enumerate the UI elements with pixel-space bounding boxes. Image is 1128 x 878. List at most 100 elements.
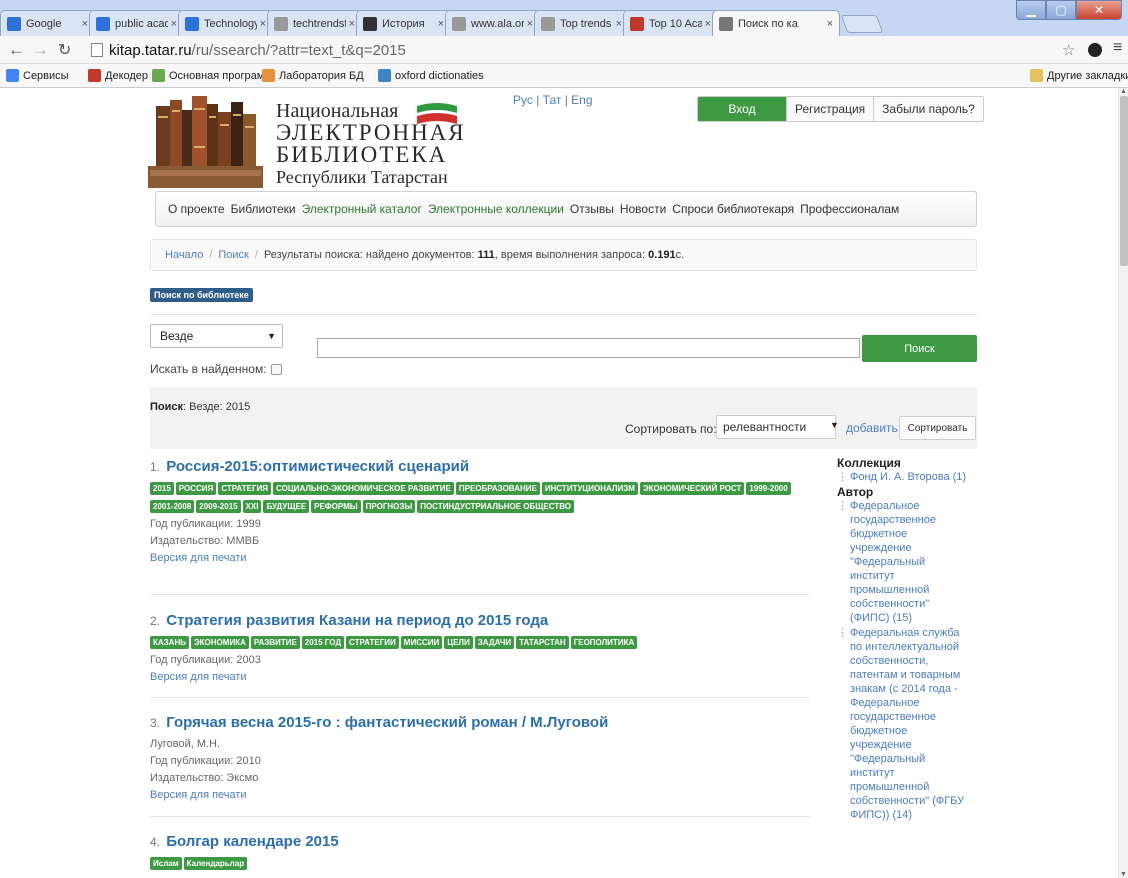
scroll-down-icon[interactable]: ▼	[1120, 871, 1127, 878]
lang-tt-link[interactable]: Тат	[543, 93, 562, 107]
print-version-link[interactable]: Версия для печати	[150, 669, 810, 686]
result-title[interactable]: 1. Россия-2015:оптимистический сценарий	[150, 458, 810, 476]
subject-tag[interactable]: ЦЕЛИ	[444, 636, 473, 649]
breadcrumb-home-link[interactable]: Начало	[165, 249, 203, 261]
forward-arrow-icon[interactable]: →	[32, 40, 49, 60]
subject-tag[interactable]: РЕФОРМЫ	[311, 500, 361, 513]
subject-tag[interactable]: МИССИИ	[400, 636, 443, 649]
close-tab-icon[interactable]: ×	[438, 18, 444, 30]
bookmark-item[interactable]: oxford dictionaties	[378, 69, 484, 82]
vertical-scrollbar[interactable]: ▲ ▼	[1118, 88, 1128, 878]
subject-tag[interactable]: РАЗВИТИЕ	[250, 636, 300, 649]
breadcrumb-search-link[interactable]: Поиск	[218, 249, 248, 261]
browser-tab[interactable]: История ×	[356, 10, 451, 36]
subject-tag[interactable]: РОССИЯ	[175, 482, 217, 495]
sort-select[interactable]: релевантности	[716, 415, 836, 439]
lang-en-link[interactable]: Eng	[571, 93, 592, 107]
subject-tag[interactable]: 1999-2000	[746, 482, 791, 495]
bookmark-star-icon[interactable]: ☆	[1062, 41, 1075, 59]
close-tab-icon[interactable]: ×	[827, 18, 833, 30]
search-scope-select[interactable]: Везде ▼	[150, 324, 283, 348]
browser-tab[interactable]: Google ×	[0, 10, 95, 36]
search-input[interactable]	[317, 338, 860, 358]
books-logo-icon[interactable]	[148, 96, 263, 188]
maximize-button[interactable]: ▢	[1046, 0, 1076, 20]
print-version-link[interactable]: Версия для печати	[150, 550, 810, 567]
subject-tag[interactable]: ГЕОПОЛИТИКА	[570, 636, 638, 649]
back-arrow-icon[interactable]: ←	[8, 40, 25, 60]
scrollbar-thumb[interactable]	[1120, 96, 1128, 266]
close-window-button[interactable]: ✕	[1076, 0, 1122, 20]
sort-button[interactable]: Сортировать	[899, 416, 976, 440]
facet-collection-item[interactable]: ⋮ Фонд И. А. Второва (1)	[837, 470, 979, 484]
subject-tag[interactable]: КАЗАНЬ	[150, 636, 189, 649]
browser-tab[interactable]: public acade×	[89, 10, 184, 36]
close-tab-icon[interactable]: ×	[82, 18, 88, 30]
bookmark-item[interactable]: Лаборатория БД	[262, 69, 364, 82]
facet-author-item[interactable]: ⋮ Федеральное государственное бюджетное у…	[837, 499, 979, 625]
new-tab-button[interactable]	[840, 15, 884, 33]
forgot-password-button[interactable]: Забыли пароль?	[873, 97, 983, 121]
subject-tag[interactable]: 2009-2015	[196, 500, 241, 513]
minimize-button[interactable]: ▁	[1016, 0, 1046, 20]
subject-tag[interactable]: ИНСТИТУЦИОНАЛИЗМ	[541, 482, 638, 495]
nav-item[interactable]: Спроси библиотекаря	[672, 202, 794, 216]
subject-tag[interactable]: 2015 ГОД	[301, 636, 345, 649]
subject-tag[interactable]: ПОСТИНДУСТРИАЛЬНОЕ ОБЩЕСТВО	[417, 500, 575, 513]
subject-tag[interactable]: XXI	[242, 500, 262, 513]
browser-tab[interactable]: Top 10 Acac×	[623, 10, 718, 36]
subject-tag[interactable]: СОЦИАЛЬНО-ЭКОНОМИЧЕСКОЕ РАЗВИТИЕ	[273, 482, 454, 495]
browser-tab[interactable]: Top trends i ×	[534, 10, 629, 36]
close-tab-icon[interactable]: ×	[171, 18, 177, 30]
subject-tag[interactable]: ПРЕОБРАЗОВАНИЕ	[455, 482, 540, 495]
subject-tag[interactable]: ТАТАРСТАН	[516, 636, 569, 649]
subject-tag[interactable]: Календарьлар	[183, 857, 248, 870]
add-sort-link[interactable]: добавить	[846, 421, 898, 435]
lang-ru-link[interactable]: Рус	[513, 93, 533, 107]
subject-tag[interactable]: ПРОГНОЗЫ	[362, 500, 416, 513]
subject-tag[interactable]: СТРАТЕГИЯ	[218, 482, 272, 495]
result-title[interactable]: 2. Стратегия развития Казани на период д…	[150, 612, 810, 630]
close-tab-icon[interactable]: ×	[527, 18, 533, 30]
address-bar[interactable]: kitap.tatar.ru/ru/ssearch/?attr=text_t&q…	[91, 39, 1051, 61]
library-search-badge[interactable]: Поиск по библиотеке	[150, 288, 253, 302]
other-bookmarks-folder[interactable]: Другие закладки	[1030, 69, 1128, 82]
subject-tag[interactable]: Ислам	[150, 857, 182, 870]
subject-tag[interactable]: ЗАДАЧИ	[474, 636, 515, 649]
result-title[interactable]: 3. Горячая весна 2015-го : фантастически…	[150, 714, 810, 732]
browser-tab[interactable]: techtrendsfc×	[267, 10, 362, 36]
login-button[interactable]: Вход	[698, 97, 786, 121]
scroll-up-icon[interactable]: ▲	[1120, 88, 1127, 95]
subject-tag[interactable]: 2001-2008	[150, 500, 195, 513]
close-tab-icon[interactable]: ×	[705, 18, 711, 30]
bookmark-item[interactable]: Сервисы	[6, 69, 69, 82]
subject-tag[interactable]: ЭКОНОМИКА	[190, 636, 249, 649]
nav-item[interactable]: Электронные коллекции	[428, 202, 564, 216]
close-tab-icon[interactable]: ×	[260, 18, 266, 30]
browser-tab[interactable]: www.ala.org×	[445, 10, 540, 36]
search-in-results-checkbox[interactable]	[270, 363, 282, 375]
result-title[interactable]: 4. Болгар календаре 2015	[150, 833, 810, 851]
subject-tag[interactable]: ЭКОНОМИЧЕСКИЙ РОСТ	[639, 482, 745, 495]
nav-item[interactable]: Электронный каталог	[302, 202, 422, 216]
subject-tag[interactable]: БУДУЩЕЕ	[263, 500, 310, 513]
reload-icon[interactable]: ↻	[58, 40, 71, 60]
subject-tag[interactable]: 2015	[150, 482, 174, 495]
nav-item[interactable]: Отзывы	[570, 202, 614, 216]
bookmark-item[interactable]: Декодер	[88, 69, 148, 82]
subject-tag[interactable]: СТРАТЕГИИ	[346, 636, 399, 649]
search-button[interactable]: Поиск	[862, 335, 977, 362]
nav-item[interactable]: Профессионалам	[800, 202, 899, 216]
close-tab-icon[interactable]: ×	[349, 18, 355, 30]
extension-icon[interactable]	[1088, 43, 1102, 57]
print-version-link[interactable]: Версия для печати	[150, 787, 810, 804]
facet-author-item[interactable]: ⋮ Федеральная служба по интеллектуальной …	[837, 626, 979, 822]
close-tab-icon[interactable]: ×	[616, 18, 622, 30]
register-button[interactable]: Регистрация	[786, 97, 874, 121]
nav-item[interactable]: Библиотеки	[231, 202, 296, 216]
nav-item[interactable]: Новости	[620, 202, 666, 216]
nav-item[interactable]: О проекте	[168, 202, 225, 216]
browser-tab[interactable]: Поиск по ка ×	[712, 10, 840, 36]
bookmark-item[interactable]: Основная програм...	[152, 69, 273, 82]
browser-tab[interactable]: Technology ×	[178, 10, 273, 36]
